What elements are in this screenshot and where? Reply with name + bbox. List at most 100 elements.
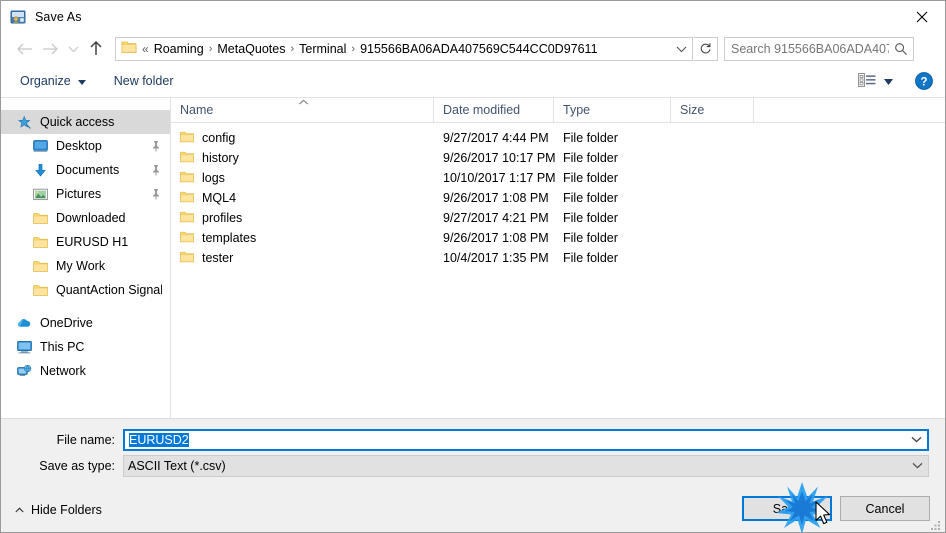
folder-icon bbox=[32, 210, 48, 226]
pictures-icon bbox=[32, 186, 48, 202]
table-row[interactable]: config 9/27/2017 4:44 PM File folder bbox=[171, 128, 945, 148]
organize-button[interactable]: Organize bbox=[13, 69, 93, 93]
sidebar-item-onedrive[interactable]: OneDrive bbox=[1, 311, 170, 335]
address-dropdown-button[interactable] bbox=[670, 38, 692, 60]
breadcrumb-separator[interactable]: › bbox=[349, 43, 357, 55]
column-header-label: Type bbox=[563, 103, 591, 117]
breadcrumb-separator[interactable]: › bbox=[288, 43, 296, 55]
table-row[interactable]: logs 10/10/2017 1:17 PM File folder bbox=[171, 168, 945, 188]
sidebar-item-quantaction-signal[interactable]: QuantAction Signal bbox=[1, 278, 170, 302]
folder-icon bbox=[180, 211, 194, 226]
forward-button[interactable] bbox=[37, 36, 63, 62]
pin-icon[interactable] bbox=[150, 164, 162, 176]
pin-icon[interactable] bbox=[150, 188, 162, 200]
sidebar-item-pictures[interactable]: Pictures bbox=[1, 182, 170, 206]
up-button[interactable] bbox=[83, 36, 109, 62]
file-name-value: EURUSD2 bbox=[129, 432, 189, 447]
breadcrumb-item-3[interactable]: 915566BA06ADA407569C544CC0D97611 bbox=[357, 41, 600, 57]
this-pc-icon bbox=[16, 339, 32, 355]
file-date: 10/10/2017 1:17 PM bbox=[443, 171, 556, 185]
folder-icon bbox=[32, 258, 48, 274]
svg-text:?: ? bbox=[920, 76, 927, 88]
breadcrumb-separator[interactable]: › bbox=[207, 43, 215, 55]
search-box[interactable]: Search 915566BA06ADA40756... bbox=[724, 36, 914, 61]
sidebar-item-label: My Work bbox=[56, 259, 106, 273]
sidebar-item-label: Documents bbox=[56, 163, 120, 177]
save-as-app-icon bbox=[10, 9, 26, 25]
sidebar-item-label: This PC bbox=[40, 340, 85, 354]
help-button[interactable]: ? bbox=[915, 72, 933, 90]
table-row[interactable]: history 9/26/2017 10:17 PM File folder bbox=[171, 148, 945, 168]
sidebar-item-downloaded[interactable]: Downloaded bbox=[1, 206, 170, 230]
column-header-label: Date modified bbox=[443, 103, 521, 117]
table-row[interactable]: tester 10/4/2017 1:35 PM File folder bbox=[171, 248, 945, 268]
sidebar-item-label: Downloaded bbox=[56, 211, 126, 225]
search-input[interactable]: Search 915566BA06ADA40756... bbox=[725, 42, 889, 56]
close-button[interactable] bbox=[899, 1, 945, 32]
breadcrumb-item-0[interactable]: Roaming bbox=[151, 41, 207, 57]
table-row[interactable]: profiles 9/27/2017 4:21 PM File folder bbox=[171, 208, 945, 228]
sidebar-item-desktop[interactable]: Desktop bbox=[1, 134, 170, 158]
pin-icon[interactable] bbox=[150, 140, 162, 152]
sidebar-item-documents[interactable]: Documents bbox=[1, 158, 170, 182]
back-button[interactable] bbox=[11, 36, 37, 62]
file-date: 9/27/2017 4:21 PM bbox=[443, 211, 549, 225]
resize-grip-icon[interactable] bbox=[929, 518, 942, 531]
sidebar-item-network[interactable]: Network bbox=[1, 359, 170, 383]
sidebar-item-my-work[interactable]: My Work bbox=[1, 254, 170, 278]
sidebar-item-quick-access[interactable]: Quick access bbox=[1, 110, 170, 134]
sidebar-item-label: Network bbox=[40, 364, 86, 378]
file-date: 9/27/2017 4:44 PM bbox=[443, 131, 549, 145]
column-header-type[interactable]: Type bbox=[554, 98, 671, 123]
file-name-cell: tester bbox=[171, 251, 434, 266]
breadcrumb-overflow[interactable]: « bbox=[140, 42, 151, 56]
save-as-dialog: Save As « Roaming › MetaQuotes › Termina… bbox=[0, 0, 946, 533]
table-row[interactable]: MQL4 9/26/2017 1:08 PM File folder bbox=[171, 188, 945, 208]
file-type: File folder bbox=[563, 171, 618, 185]
column-header-label: Name bbox=[180, 103, 214, 117]
file-type: File folder bbox=[563, 151, 618, 165]
save-as-type-select[interactable]: ASCII Text (*.csv) bbox=[123, 454, 929, 477]
file-name: MQL4 bbox=[202, 191, 237, 205]
hide-folders-label: Hide Folders bbox=[31, 503, 102, 517]
save-as-type-row: Save as type: ASCII Text (*.csv) bbox=[1, 454, 945, 477]
file-name-cell: profiles bbox=[171, 211, 434, 226]
organize-label: Organize bbox=[20, 74, 71, 88]
breadcrumb-item-2[interactable]: Terminal bbox=[296, 41, 349, 57]
change-view-button[interactable] bbox=[854, 69, 897, 93]
cancel-button[interactable]: Cancel bbox=[840, 496, 930, 521]
file-name-cell: history bbox=[171, 151, 434, 166]
table-row[interactable]: templates 9/26/2017 1:08 PM File folder bbox=[171, 228, 945, 248]
address-bar[interactable]: « Roaming › MetaQuotes › Terminal › 9155… bbox=[115, 36, 693, 61]
sidebar-item-this-pc[interactable]: This PC bbox=[1, 335, 170, 359]
column-header-size[interactable]: Size bbox=[671, 98, 754, 123]
column-header-name[interactable]: Name bbox=[171, 98, 434, 123]
save-form: File name: EURUSD2 Save as type: ASCII T… bbox=[1, 418, 945, 490]
file-date: 9/26/2017 10:17 PM bbox=[443, 151, 556, 165]
save-button[interactable]: Save bbox=[742, 496, 832, 521]
chevron-down-icon[interactable] bbox=[905, 436, 927, 443]
column-header-date-modified[interactable]: Date modified bbox=[434, 98, 554, 123]
file-name: history bbox=[202, 151, 239, 165]
file-type: File folder bbox=[563, 131, 618, 145]
breadcrumb-item-1[interactable]: MetaQuotes bbox=[214, 41, 288, 57]
chevron-down-icon[interactable] bbox=[906, 462, 928, 469]
network-icon bbox=[16, 363, 32, 379]
folder-icon bbox=[180, 251, 194, 266]
file-name-label: File name: bbox=[56, 432, 115, 447]
sidebar-item-eurusd-h1[interactable]: EURUSD H1 bbox=[1, 230, 170, 254]
sidebar-item-label: EURUSD H1 bbox=[56, 235, 129, 249]
star-pin-icon bbox=[16, 114, 32, 130]
sidebar-item-label: QuantAction Signal bbox=[56, 283, 162, 297]
file-name-input[interactable]: EURUSD2 bbox=[123, 428, 929, 451]
file-name-cell: templates bbox=[171, 231, 434, 246]
new-folder-button[interactable]: New folder bbox=[107, 69, 181, 93]
save-as-type-label: Save as type: bbox=[39, 458, 115, 473]
hide-folders-button[interactable]: Hide Folders bbox=[15, 503, 102, 517]
file-name: tester bbox=[202, 251, 234, 265]
file-type: File folder bbox=[563, 231, 618, 245]
folder-icon bbox=[180, 231, 194, 246]
toolbar-right-group: ? bbox=[854, 69, 933, 93]
recent-locations-button[interactable] bbox=[63, 36, 83, 62]
refresh-button[interactable] bbox=[694, 36, 718, 61]
